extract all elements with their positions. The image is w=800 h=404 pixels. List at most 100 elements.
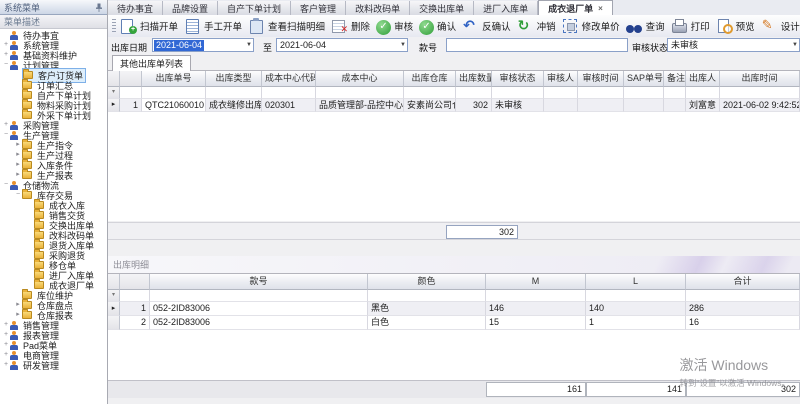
- 冲销-button[interactable]: 冲销: [517, 18, 556, 34]
- column-header-SAP单号[interactable]: SAP单号: [624, 71, 664, 87]
- cell[interactable]: [544, 99, 578, 112]
- cell[interactable]: 1: [586, 316, 686, 330]
- column-header-出库人[interactable]: 出库人: [686, 71, 720, 87]
- tree-expand-icon[interactable]: −: [2, 181, 10, 189]
- cell[interactable]: 2021-06-02 9:42:52: [720, 99, 800, 112]
- 反确认-button[interactable]: 反确认: [462, 18, 511, 34]
- column-header-审核状态[interactable]: 审核状态: [492, 71, 544, 87]
- cell[interactable]: [664, 99, 686, 112]
- tab-改料改码单[interactable]: 改料改码单: [346, 1, 410, 15]
- cell[interactable]: 15: [486, 316, 586, 330]
- column-header-成本中心[interactable]: 成本中心: [316, 71, 404, 87]
- tab-进厂入库单[interactable]: 进厂入库单: [474, 1, 538, 15]
- style-input[interactable]: [446, 38, 628, 52]
- filter-cell[interactable]: [486, 290, 586, 302]
- column-header-出库单号[interactable]: 出库单号: [142, 71, 206, 87]
- 审核-button[interactable]: 审核: [376, 19, 413, 34]
- cell[interactable]: 052-2ID83006: [150, 302, 368, 316]
- table-row[interactable]: 2052-2ID83006白色15116: [108, 316, 800, 330]
- grid-filter-row[interactable]: ▾: [108, 87, 800, 99]
- close-icon[interactable]: ×: [598, 4, 603, 13]
- tree-expand-icon[interactable]: ▸: [14, 161, 22, 169]
- table-row[interactable]: ▸1052-2ID83006黑色146140286: [108, 302, 800, 316]
- column-header-成本中心代码[interactable]: 成本中心代码: [262, 71, 316, 87]
- 扫描开单-button[interactable]: 扫描开单: [120, 18, 178, 34]
- cell[interactable]: [624, 99, 664, 112]
- date-to-combo[interactable]: 2021-06-04 ▼: [276, 38, 408, 52]
- tree-expand-icon[interactable]: +: [2, 361, 10, 369]
- column-header-出库仓库[interactable]: 出库仓库: [404, 71, 456, 87]
- cell[interactable]: 成衣缝修出库: [206, 99, 262, 112]
- column-header-审核时间[interactable]: 审核时间: [578, 71, 624, 87]
- column-header-M[interactable]: M: [486, 274, 586, 290]
- filter-cell[interactable]: [262, 87, 316, 99]
- column-header-出库类型[interactable]: 出库类型: [206, 71, 262, 87]
- cell[interactable]: 302: [456, 99, 492, 112]
- cell[interactable]: QTC21060010: [142, 99, 206, 112]
- column-header-颜色[interactable]: 颜色: [368, 274, 486, 290]
- chevron-down-icon[interactable]: ▼: [246, 42, 252, 48]
- cell[interactable]: 020301: [262, 99, 316, 112]
- chevron-down-icon[interactable]: ▼: [792, 42, 798, 48]
- tree-expand-icon[interactable]: +: [2, 321, 10, 329]
- cell[interactable]: 146: [486, 302, 586, 316]
- tree-expand-icon[interactable]: ▸: [14, 151, 22, 159]
- filter-cell[interactable]: [686, 290, 800, 302]
- filter-cell[interactable]: [316, 87, 404, 99]
- filter-cell[interactable]: [664, 87, 686, 99]
- tab-待办事宜[interactable]: 待办事宜: [108, 1, 163, 15]
- filter-cell[interactable]: [544, 87, 578, 99]
- tree-expand-icon[interactable]: +: [2, 51, 10, 59]
- tree-expand-icon[interactable]: +: [2, 41, 10, 49]
- cell[interactable]: 品质管理部-品控中心: [316, 99, 404, 112]
- tree-expand-icon[interactable]: +: [2, 331, 10, 339]
- 打印-button[interactable]: 打印: [671, 18, 710, 34]
- tree-expand-icon[interactable]: −: [2, 131, 10, 139]
- filter-cell[interactable]: [578, 87, 624, 99]
- column-header-备注[interactable]: 备注: [664, 71, 686, 87]
- 手工开单-button[interactable]: 手工开单: [184, 18, 242, 34]
- cell[interactable]: 16: [686, 316, 800, 330]
- 设计-button[interactable]: 设计: [761, 18, 800, 34]
- 预览-button[interactable]: 预览: [716, 18, 755, 34]
- sidebar-item-研发管理[interactable]: +研发管理: [0, 360, 107, 370]
- filter-cell[interactable]: [368, 290, 486, 302]
- column-header-款号[interactable]: 款号: [150, 274, 368, 290]
- tree-expand-icon[interactable]: −: [2, 61, 10, 69]
- cell[interactable]: 286: [686, 302, 800, 316]
- 查询-button[interactable]: 查询: [626, 18, 665, 34]
- date-from-combo[interactable]: 2021-06-04 ▼: [152, 38, 254, 52]
- cell[interactable]: 未审核: [492, 99, 544, 112]
- filter-cell[interactable]: [142, 87, 206, 99]
- status-combo[interactable]: 未审核 ▼: [667, 38, 800, 52]
- tree-expand-icon[interactable]: −: [14, 191, 22, 199]
- chevron-down-icon[interactable]: ▼: [400, 42, 406, 48]
- column-header-L[interactable]: L: [586, 274, 686, 290]
- tab-客户管理[interactable]: 客户管理: [291, 1, 346, 15]
- pin-icon[interactable]: [95, 3, 103, 12]
- grid-filter-row[interactable]: ▾: [108, 290, 800, 302]
- cell[interactable]: 052-2ID83006: [150, 316, 368, 330]
- column-header-合计[interactable]: 合计: [686, 274, 800, 290]
- tab-other-outbound-list[interactable]: 其他出库单列表: [112, 55, 191, 71]
- tree-expand-icon[interactable]: ▸: [14, 141, 22, 149]
- 删除-button[interactable]: 删除: [331, 18, 370, 34]
- 查看扫描明细-button[interactable]: 查看扫描明细: [248, 18, 325, 34]
- cell[interactable]: 140: [586, 302, 686, 316]
- cell[interactable]: 白色: [368, 316, 486, 330]
- tab-成衣退厂单[interactable]: 成衣退厂单×: [538, 0, 613, 15]
- table-row[interactable]: ▸1QTC21060010成衣缝修出库020301品质管理部-品控中心安素尚公司…: [108, 99, 800, 112]
- tree-expand-icon[interactable]: +: [2, 121, 10, 129]
- 确认-button[interactable]: 确认: [419, 19, 456, 34]
- tree-expand-icon[interactable]: ▸: [14, 301, 22, 309]
- tab-交换出库单[interactable]: 交换出库单: [410, 1, 474, 15]
- column-header-审核人[interactable]: 审核人: [544, 71, 578, 87]
- filter-cell[interactable]: [586, 290, 686, 302]
- filter-cell[interactable]: [492, 87, 544, 99]
- cell[interactable]: 刘富意: [686, 99, 720, 112]
- toolbar-grip-icon[interactable]: [112, 19, 116, 33]
- column-header-出库时间[interactable]: 出库时间: [720, 71, 800, 87]
- filter-cell[interactable]: [720, 87, 800, 99]
- filter-cell[interactable]: [456, 87, 492, 99]
- cell[interactable]: 黑色: [368, 302, 486, 316]
